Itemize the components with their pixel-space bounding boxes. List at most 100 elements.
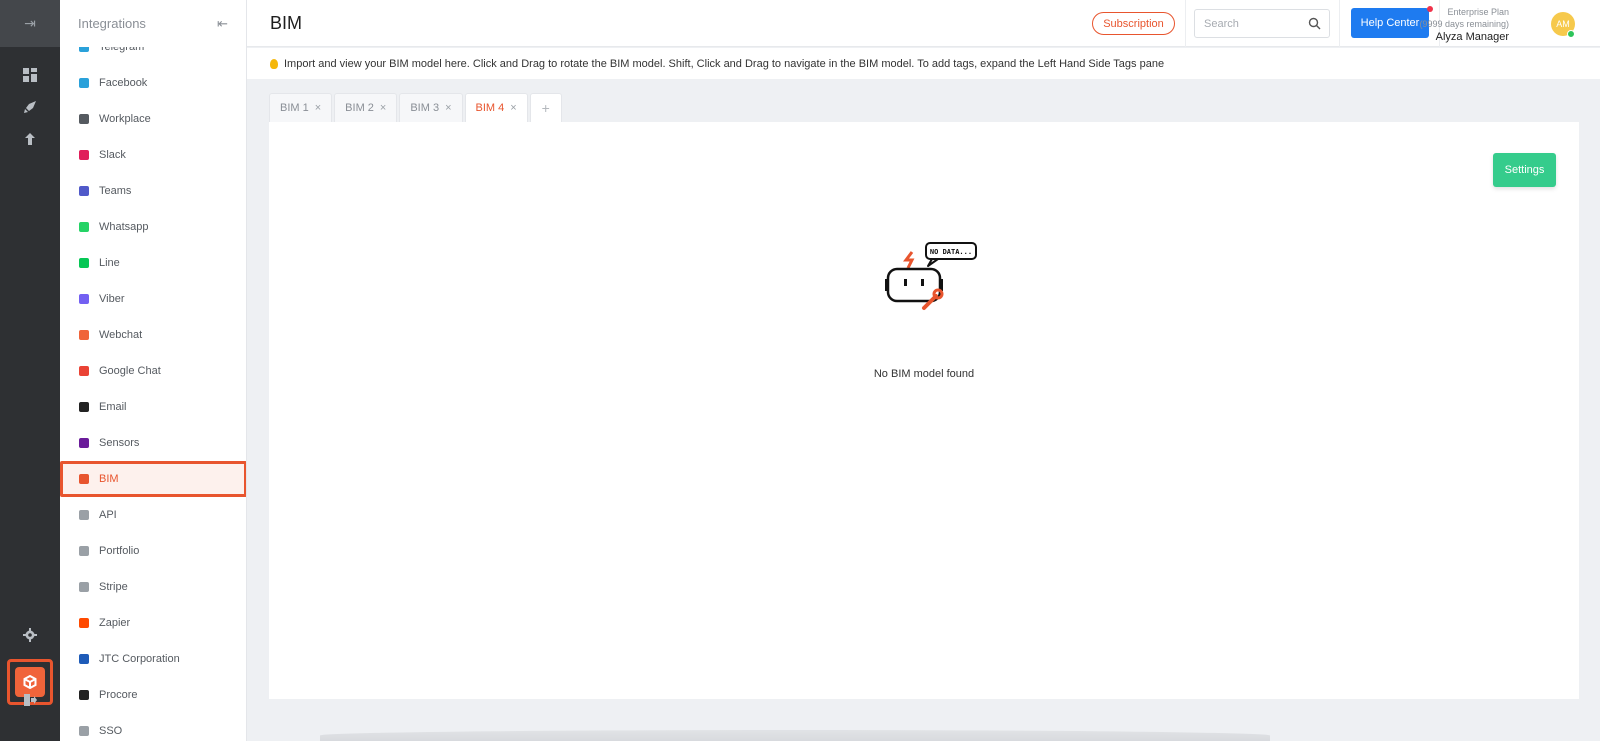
sidebar-item-sso[interactable]: SSO — [60, 713, 246, 741]
sidebar-item-stripe[interactable]: Stripe — [60, 569, 246, 605]
sidebar-item-label: Portfolio — [99, 545, 140, 557]
sidebar-item-label: JTC Corporation — [99, 653, 180, 665]
sidebar-item-label: Whatsapp — [99, 221, 149, 233]
portfolio-icon — [79, 546, 89, 556]
sidebar-item-label: Workplace — [99, 113, 151, 125]
analytics-icon[interactable] — [0, 129, 60, 149]
online-status-dot — [1567, 30, 1575, 38]
tab-bim-3[interactable]: BIM 3 × — [399, 93, 463, 122]
tab-bim-4[interactable]: BIM 4 × — [464, 93, 528, 122]
sidebar-item-label: SSO — [99, 725, 123, 737]
logout-icon[interactable] — [0, 690, 60, 710]
plan-info: Enterprise Plan (9999 days remaining) Al… — [1419, 6, 1509, 44]
speech-bubble-text: NO DATA... — [930, 248, 972, 256]
subscription-button[interactable]: Subscription — [1092, 12, 1175, 35]
divider — [1339, 0, 1340, 47]
sensors-icon — [79, 438, 89, 448]
settings-gear-icon[interactable] — [0, 625, 60, 645]
close-icon[interactable]: × — [380, 102, 386, 114]
sidebar-item-slack[interactable]: Slack — [60, 137, 246, 173]
app-rail: ⇥ — [0, 0, 60, 741]
sidebar-item-sensors[interactable]: Sensors — [60, 425, 246, 461]
sidebar-item-label: Webchat — [99, 329, 143, 341]
sidebar-item-label: Viber — [99, 293, 125, 305]
slack-icon — [79, 150, 89, 160]
zapier-icon — [79, 618, 89, 628]
whatsapp-icon — [79, 222, 89, 232]
tab-label: BIM 3 — [410, 102, 440, 114]
sidebar-item-workplace[interactable]: Workplace — [60, 101, 246, 137]
help-center-button[interactable]: Help Center — [1351, 8, 1429, 38]
bim-tabs: BIM 1 × BIM 2 × BIM 3 × BIM 4 × + — [269, 93, 564, 122]
collapse-sidebar-icon[interactable]: ⇤ — [217, 16, 228, 32]
close-icon[interactable]: × — [315, 102, 321, 114]
sidebar-item-api[interactable]: API — [60, 497, 246, 533]
plan-remaining: (9999 days remaining) — [1419, 19, 1509, 29]
search-icon[interactable] — [1308, 17, 1321, 30]
tab-label: BIM 4 — [475, 102, 505, 114]
tab-label: BIM 2 — [345, 102, 374, 114]
rocket-icon[interactable] — [0, 97, 60, 117]
procore-icon — [79, 690, 89, 700]
sidebar-item-whatsapp[interactable]: Whatsapp — [60, 209, 246, 245]
sidebar-item-label: Teams — [99, 185, 132, 197]
sidebar-item-bim[interactable]: BIM — [60, 461, 246, 497]
expand-menu-button[interactable]: ⇥ — [0, 0, 60, 47]
banner-text: Import and view your BIM model here. Cli… — [284, 57, 1165, 70]
empty-state-text: No BIM model found — [873, 368, 975, 380]
sidebar-title: Integrations — [78, 16, 146, 31]
sidebar-item-facebook[interactable]: Facebook — [60, 65, 246, 101]
sidebar-item-label: API — [99, 509, 117, 521]
sidebar-item-jtc-corporation[interactable]: JTC Corporation — [60, 641, 246, 677]
sidebar-item-google-chat[interactable]: Google Chat — [60, 353, 246, 389]
lightbulb-icon — [270, 58, 278, 69]
stripe-icon — [79, 582, 89, 592]
close-icon[interactable]: × — [510, 102, 516, 114]
bottom-shadow — [320, 730, 1270, 741]
expand-menu-icon: ⇥ — [24, 15, 36, 31]
sidebar-item-label: Slack — [99, 149, 126, 161]
add-tab-button[interactable]: + — [529, 93, 562, 122]
google-chat-icon — [79, 366, 89, 376]
api-icon — [79, 510, 89, 520]
line-icon — [79, 258, 89, 268]
tab-bim-2[interactable]: BIM 2 × — [334, 93, 398, 122]
workplace-icon — [79, 114, 89, 124]
bim-viewer-panel: Settings NO DATA... No BIM model found — [269, 122, 1579, 699]
dashboard-icon[interactable] — [0, 65, 60, 85]
jtc-corporation-icon — [79, 654, 89, 664]
sidebar-item-label: Google Chat — [99, 365, 161, 377]
tab-label: BIM 1 — [280, 102, 309, 114]
no-data-robot-illustration: NO DATA... — [885, 242, 977, 310]
sidebar-item-label: BIM — [99, 473, 119, 485]
sidebar-item-viber[interactable]: Viber — [60, 281, 246, 317]
top-bar: BIM Subscription Help Center Enterprise … — [247, 0, 1600, 47]
close-icon[interactable]: × — [445, 102, 451, 114]
sidebar-item-label: Zapier — [99, 617, 131, 629]
search-input[interactable] — [1195, 10, 1295, 37]
sidebar-item-label: Facebook — [99, 77, 148, 89]
webchat-icon — [79, 330, 89, 340]
sidebar-item-label: Stripe — [99, 581, 128, 593]
sidebar-item-zapier[interactable]: Zapier — [60, 605, 246, 641]
info-banner: Import and view your BIM model here. Cli… — [247, 48, 1600, 79]
sidebar-item-label: Line — [99, 257, 120, 269]
divider — [1185, 0, 1186, 47]
integrations-list: Telegram Facebook Workplace Slack Teams Whats… — [60, 29, 246, 741]
sidebar-item-label: Email — [99, 401, 127, 413]
sidebar-item-portfolio[interactable]: Portfolio — [60, 533, 246, 569]
user-name[interactable]: Alyza Manager — [1419, 30, 1509, 44]
bim-icon — [79, 474, 89, 484]
sidebar-item-webchat[interactable]: Webchat — [60, 317, 246, 353]
sidebar-item-label: Sensors — [99, 437, 140, 449]
teams-icon — [79, 186, 89, 196]
sidebar-item-line[interactable]: Line — [60, 245, 246, 281]
sso-icon — [79, 726, 89, 736]
facebook-icon — [79, 78, 89, 88]
settings-button[interactable]: Settings — [1493, 153, 1556, 187]
sidebar-item-teams[interactable]: Teams — [60, 173, 246, 209]
tab-bim-1[interactable]: BIM 1 × — [269, 93, 333, 122]
sidebar-item-procore[interactable]: Procore — [60, 677, 246, 713]
page-title: BIM — [270, 13, 303, 33]
sidebar-item-email[interactable]: Email — [60, 389, 246, 425]
